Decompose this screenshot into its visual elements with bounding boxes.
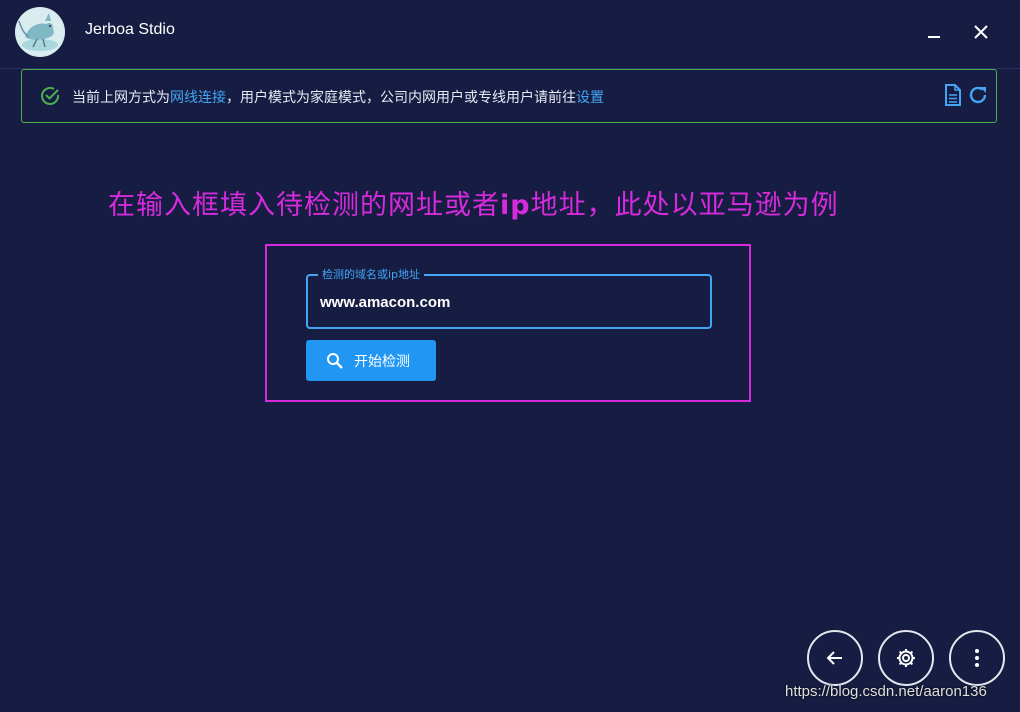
gear-icon <box>897 649 915 667</box>
more-button[interactable] <box>949 630 1005 686</box>
start-detection-label: 开始检测 <box>354 352 410 369</box>
instruction-text-after: 地址，此处以亚马逊为例 <box>530 190 839 221</box>
domain-field[interactable] <box>306 274 712 329</box>
more-vertical-icon <box>975 649 979 667</box>
instruction-annotation: 在输入框填入待检测的网址或者ip地址，此处以亚马逊为例 <box>108 183 839 222</box>
domain-field-label: 检测的域名或ip地址 <box>318 266 425 282</box>
domain-input[interactable] <box>320 290 700 314</box>
instruction-text-bold: ip <box>500 190 531 221</box>
watermark: https://blog.csdn.net/aaron136 <box>785 683 987 700</box>
settings-link[interactable]: 设置 <box>576 90 604 106</box>
banner-text-prefix: 当前上网方式为 <box>72 90 170 106</box>
close-button[interactable] <box>967 18 995 46</box>
title-bar: Jerboa Stdio <box>0 0 1020 66</box>
app-title: Jerboa Stdio <box>85 21 175 38</box>
instruction-text-before: 在输入框填入待检测的网址或者 <box>108 190 500 221</box>
check-circle-icon <box>41 86 60 105</box>
close-icon <box>974 25 988 39</box>
search-icon <box>327 352 343 369</box>
network-status-banner: 当前上网方式为网线连接，用户模式为家庭模式，公司内网用户或专线用户请前往设置 <box>21 69 997 123</box>
document-icon[interactable] <box>944 84 962 106</box>
settings-button[interactable] <box>878 630 934 686</box>
start-detection-button[interactable]: 开始检测 <box>306 340 436 381</box>
banner-message: 当前上网方式为网线连接，用户模式为家庭模式，公司内网用户或专线用户请前往设置 <box>72 87 604 107</box>
app-window: Jerboa Stdio 当前上网方式为网线连接，用户模式为家庭模式，公司内网用… <box>0 0 1020 712</box>
minimize-icon <box>928 36 940 38</box>
minimize-button[interactable] <box>920 18 948 46</box>
arrow-left-icon <box>826 651 842 665</box>
network-type-link[interactable]: 网线连接 <box>170 90 226 106</box>
banner-text-middle: ，用户模式为家庭模式，公司内网用户或专线用户请前往 <box>226 90 576 106</box>
refresh-icon[interactable] <box>967 84 989 106</box>
app-logo <box>15 7 65 57</box>
back-button[interactable] <box>807 630 863 686</box>
